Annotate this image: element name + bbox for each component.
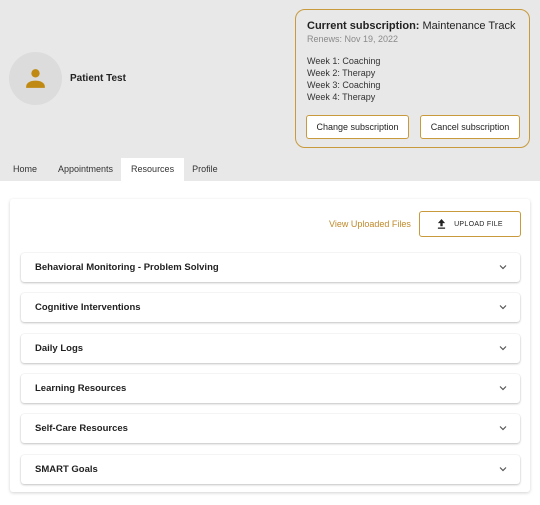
accordion-label: Self-Care Resources [35, 423, 128, 434]
subscription-plan-name: Maintenance Track [422, 20, 516, 32]
tab-appointments[interactable]: Appointments [50, 158, 121, 181]
subscription-renews: Renews: Nov 19, 2022 [307, 34, 399, 44]
avatar [9, 52, 62, 105]
change-subscription-button[interactable]: Change subscription [306, 115, 409, 139]
cancel-subscription-button[interactable]: Cancel subscription [420, 115, 520, 139]
upload-icon [437, 219, 446, 229]
tab-profile[interactable]: Profile [184, 158, 226, 181]
accordion-learning-resources[interactable]: Learning Resources [21, 374, 520, 403]
accordion-behavioral-monitoring[interactable]: Behavioral Monitoring - Problem Solving [21, 253, 520, 282]
tab-resources[interactable]: Resources [121, 158, 185, 181]
accordion-label: Learning Resources [35, 383, 127, 394]
accordion-label: SMART Goals [35, 464, 98, 475]
subscription-card: Current subscription: Maintenance Track … [295, 9, 530, 148]
patient-name: Patient Test [70, 73, 126, 84]
week-item: Week 3: Coaching [307, 80, 381, 90]
subscription-title: Current subscription: Maintenance Track [307, 19, 519, 33]
chevron-down-icon [499, 346, 507, 351]
week-item: Week 4: Therapy [307, 92, 376, 102]
accordion-smart-goals[interactable]: SMART Goals [21, 455, 520, 484]
chevron-down-icon [499, 265, 507, 270]
chevron-down-icon [499, 426, 507, 431]
accordion-label: Daily Logs [35, 343, 84, 354]
week-item: Week 2: Therapy [307, 68, 376, 78]
chevron-down-icon [499, 305, 507, 310]
chevron-down-icon [499, 386, 507, 391]
tab-bar: Home Appointments Resources Profile [0, 158, 226, 181]
accordion-label: Behavioral Monitoring - Problem Solving [35, 262, 219, 273]
subscription-title-label: Current subscription: [307, 20, 420, 32]
chevron-down-icon [499, 467, 507, 472]
accordion-daily-logs[interactable]: Daily Logs [21, 334, 520, 363]
upload-file-button[interactable]: UPLOAD FILE [419, 211, 521, 237]
accordion-cognitive-interventions[interactable]: Cognitive Interventions [21, 293, 520, 322]
profile-header: Patient Test Current subscription: Maint… [0, 0, 540, 181]
person-icon [26, 69, 45, 88]
week-item: Week 1: Coaching [307, 56, 381, 66]
subscription-weeks: Week 1: Coaching Week 2: Therapy Week 3:… [307, 55, 519, 103]
tab-home[interactable]: Home [0, 158, 50, 181]
view-uploaded-files-link[interactable]: View Uploaded Files [329, 219, 411, 229]
upload-file-label: UPLOAD FILE [454, 220, 503, 228]
accordion-self-care-resources[interactable]: Self-Care Resources [21, 414, 520, 443]
accordion-label: Cognitive Interventions [35, 302, 141, 313]
